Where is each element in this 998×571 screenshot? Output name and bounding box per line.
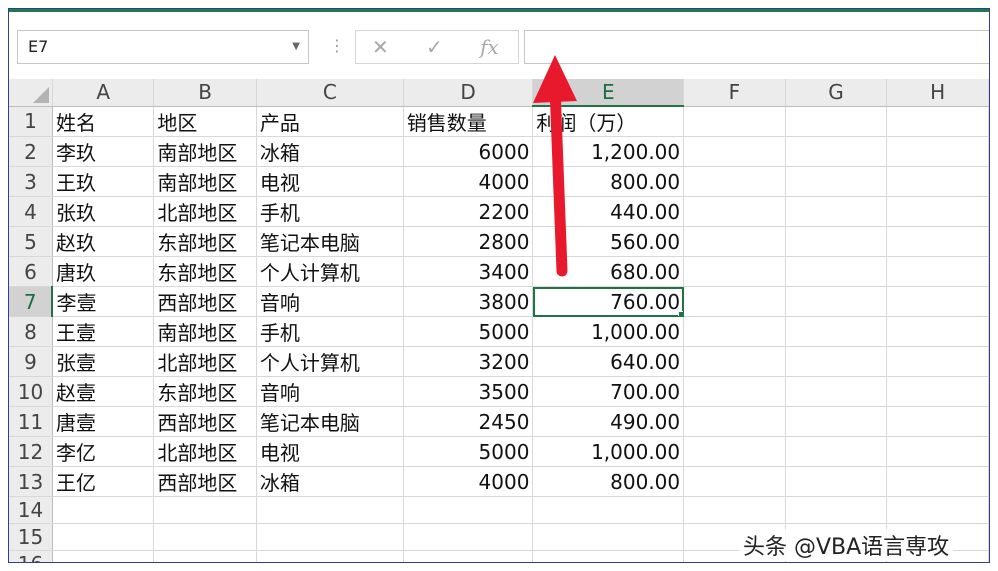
annotation-arrow	[533, 55, 577, 277]
watermark: 头条 @VBA语言専攻	[739, 529, 954, 561]
excel-window: E7 ▼ ⋮ ✕ ✓ fx A B C D E F G H 1 姓名 地区 产品 销售数量 利润（万） 2 李…	[8, 8, 990, 563]
